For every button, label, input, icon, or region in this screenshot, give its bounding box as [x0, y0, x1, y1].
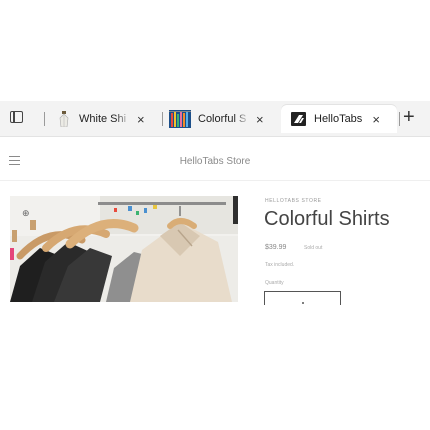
- tab-separator: [162, 112, 163, 126]
- product-image[interactable]: ⊕: [10, 196, 238, 302]
- browser-tab-bar: White Shi × Colorful S × HelloTabs × +: [0, 101, 430, 137]
- product-vendor: HELLOTABS STORE: [265, 198, 322, 204]
- tab-colorful-shirts[interactable]: Colorful S ×: [169, 105, 277, 133]
- colorful-shirts-favicon-icon: [169, 110, 191, 128]
- tab-white-shirts[interactable]: White Shi ×: [56, 105, 160, 133]
- zoom-icon[interactable]: ⊕: [22, 208, 30, 219]
- tab-actions-icon[interactable]: [10, 110, 28, 126]
- tab-separator: [44, 112, 45, 126]
- store-name[interactable]: HelloTabs Store: [0, 156, 430, 167]
- header-divider: [0, 180, 430, 181]
- tab-close-icon[interactable]: ×: [372, 112, 380, 127]
- new-tab-button[interactable]: +: [403, 106, 415, 128]
- tab-separator: [399, 112, 400, 126]
- white-shirt-favicon-icon: [56, 111, 72, 128]
- tab-label: Colorful S: [198, 113, 247, 125]
- tab-close-icon[interactable]: ×: [137, 112, 145, 127]
- tab-label: White Shi: [79, 113, 127, 125]
- tab-hellotabs[interactable]: HelloTabs ×: [281, 105, 397, 133]
- tax-note: Tax included.: [265, 262, 295, 268]
- sold-out-badge: Sold out: [304, 245, 323, 251]
- tab-label: HelloTabs: [314, 113, 363, 125]
- quantity-stepper[interactable]: [264, 291, 341, 305]
- product-price: $39.99: [265, 244, 287, 251]
- hellotabs-favicon-icon: [291, 111, 307, 127]
- product-title: Colorful Shirts: [264, 208, 390, 230]
- quantity-label: Quantity: [265, 280, 284, 286]
- quantity-value-dot: [302, 302, 304, 304]
- tab-close-icon[interactable]: ×: [256, 112, 264, 127]
